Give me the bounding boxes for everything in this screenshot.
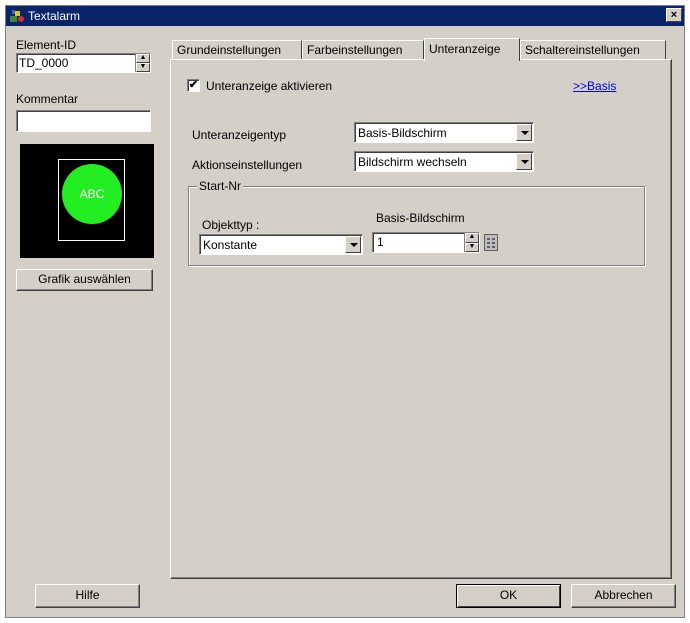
tab-grundeinstellungen[interactable]: Grundeinstellungen [172,40,302,60]
help-button[interactable]: Hilfe [35,584,140,608]
textalarm-app-icon [10,10,24,22]
spin-up-icon[interactable]: ▲ [136,54,150,63]
action-select[interactable]: Bildschirm wechseln [354,151,534,172]
ok-button[interactable]: OK [456,584,561,608]
tab-farbeinstellungen[interactable]: Farbeinstellungen [302,40,424,60]
enable-sub-checkbox[interactable]: ✔ [187,79,200,92]
spin-down-icon[interactable]: ▼ [465,242,479,252]
element-id-spinner[interactable]: ▲ ▼ [135,54,150,72]
element-id-label: Element-ID [16,38,77,52]
start-nr-label: Start-Nr [197,179,243,193]
sub-type-label: Unteranzeigentyp [192,128,287,142]
object-type-select[interactable]: Konstante [199,234,363,255]
close-button[interactable]: × [666,8,682,22]
enable-sub-label: Unteranzeige aktivieren [206,79,333,93]
comment-input[interactable] [16,110,151,132]
base-screen-spinner[interactable]: ▲ ▼ [464,233,479,252]
element-id-field[interactable]: TD_0000 ▲ ▼ [16,53,151,73]
base-screen-field[interactable]: 1 ▲ ▼ [372,232,480,253]
tab-schaltereinstellungen[interactable]: Schaltereinstellungen [520,40,666,60]
window-title: Textalarm [28,9,81,23]
preview-circle: ABC [62,164,122,224]
cancel-button[interactable]: Abbrechen [571,584,676,608]
title-bar: Textalarm × [6,6,684,26]
object-type-value: Konstante [203,238,258,252]
action-value: Bildschirm wechseln [358,155,467,169]
base-screen-label: Basis-Bildschirm [376,211,465,225]
tab-unteranzeige[interactable]: Unteranzeige [424,38,520,61]
basis-link[interactable]: >>Basis [573,79,616,93]
sub-type-select[interactable]: Basis-Bildschirm [354,122,534,143]
sub-type-value: Basis-Bildschirm [358,126,447,140]
select-graphic-button[interactable]: Grafik auswählen [16,269,153,291]
comment-label: Kommentar [16,92,79,106]
graphic-preview: ABC [20,144,154,258]
chevron-down-icon[interactable] [345,236,361,253]
chevron-down-icon[interactable] [516,153,532,170]
object-type-label: Objekttyp : [202,218,260,232]
chevron-down-icon[interactable] [516,124,532,141]
keypad-icon[interactable] [484,234,498,251]
spin-down-icon[interactable]: ▼ [136,63,150,72]
dialog-window: Textalarm × Element-ID TD_0000 ▲ ▼ Komme… [5,5,685,618]
action-label: Aktionseinstellungen [192,158,303,172]
base-screen-value: 1 [377,235,384,249]
element-id-value: TD_0000 [19,56,69,70]
spin-up-icon[interactable]: ▲ [465,233,479,243]
